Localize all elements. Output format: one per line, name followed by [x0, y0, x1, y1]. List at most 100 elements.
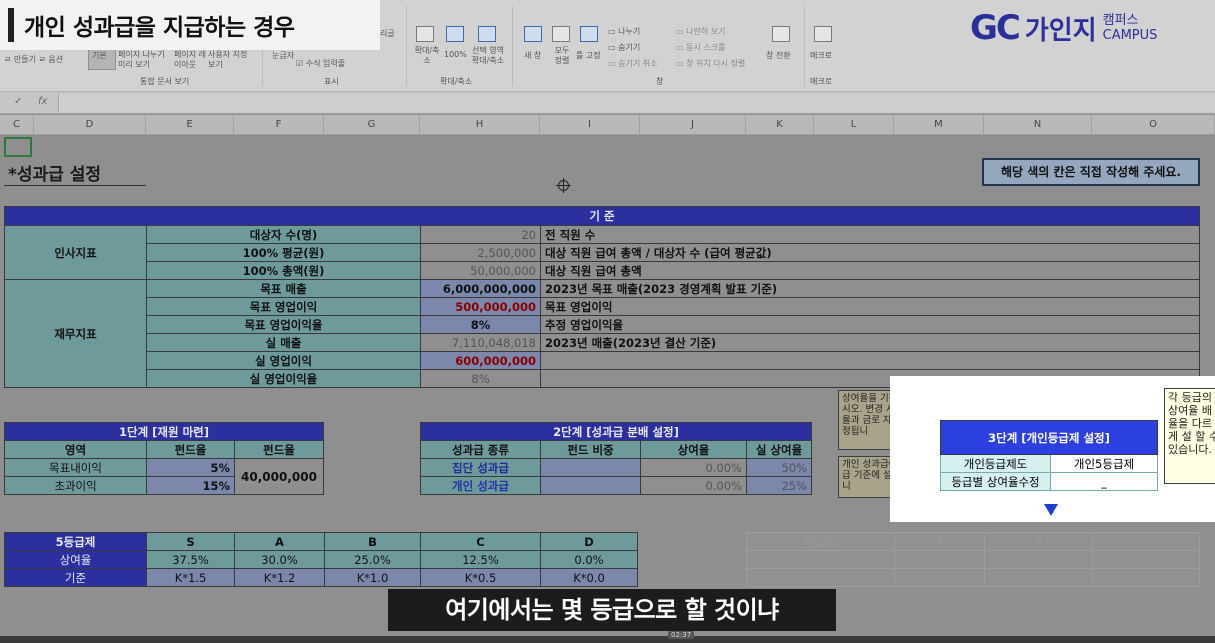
- criteria-value[interactable]: 7,110,048,018: [420, 333, 541, 352]
- step3-value[interactable]: _: [1050, 472, 1158, 491]
- criteria-desc: 2023년 매출(2023년 결산 기준): [540, 333, 1200, 352]
- ruler-checkbox[interactable]: 눈금자: [272, 50, 294, 61]
- freeze-panes-icon[interactable]: [580, 26, 598, 42]
- formula-confirm-icon[interactable]: ✓: [14, 96, 22, 107]
- step1-header: 1단계 [재원 마련]: [4, 422, 324, 441]
- criteria-value[interactable]: 600,000,000: [420, 351, 541, 370]
- section-title: *성과급 설정: [8, 165, 102, 185]
- reset-window-button[interactable]: ▭ 창 위치 다시 정렬: [676, 58, 745, 69]
- step1-rate[interactable]: 15%: [146, 476, 235, 495]
- column-headers: C D E F G H I J K L M N O: [0, 115, 1215, 135]
- criteria-label: 목표 매출: [146, 279, 421, 298]
- zoom-icon[interactable]: [416, 26, 434, 42]
- col-header-c[interactable]: C: [0, 115, 34, 135]
- grade5-header: 5등급제: [4, 532, 147, 551]
- criteria-value[interactable]: 50,000,000: [420, 261, 541, 280]
- criteria-desc: 목표 영업이익: [540, 297, 1200, 316]
- group-macro: 매크로: [810, 77, 833, 86]
- col-header-n[interactable]: N: [984, 115, 1092, 135]
- criteria-value[interactable]: 8%: [420, 315, 541, 334]
- zoom-100-icon[interactable]: [446, 26, 464, 42]
- col-header-g[interactable]: G: [324, 115, 420, 135]
- col-header-l[interactable]: L: [814, 115, 894, 135]
- step2-header: 2단계 [성과급 분배 설정]: [420, 422, 812, 441]
- col-header-k[interactable]: K: [746, 115, 814, 135]
- grade-label: A: [894, 532, 985, 551]
- zoom-label: 확대/축소: [414, 46, 440, 65]
- grade4-header: 4등급제: [746, 532, 895, 551]
- split-button[interactable]: ▭ 나누기: [608, 26, 640, 37]
- col-header-m[interactable]: M: [894, 115, 984, 135]
- criteria-label: 100% 평균(원): [146, 243, 421, 262]
- unhide-button[interactable]: ▭ 숨기기 취소: [608, 58, 657, 69]
- criteria-label: 목표 영업이익율: [146, 315, 421, 334]
- arrange-all-label: 모두 정렬: [554, 46, 570, 65]
- video-progress-bar[interactable]: [0, 636, 1215, 643]
- side-by-side-button[interactable]: ▭ 나란히 보기: [676, 26, 725, 37]
- grade-basis[interactable]: K*1.5: [146, 568, 235, 587]
- grade-basis[interactable]: K*1.0: [324, 568, 421, 587]
- step2-col-weight: 펀드 비중: [540, 440, 641, 459]
- step3-value[interactable]: 개인5등급제: [1050, 454, 1158, 473]
- grade-basis[interactable]: K*0.5: [420, 568, 541, 587]
- normal-view-label: 기본: [92, 51, 107, 60]
- step3-header: 3단계 [개인등급제 설정]: [940, 420, 1158, 455]
- arrange-all-icon[interactable]: [552, 26, 570, 42]
- criteria-label: 실 영업이익: [146, 351, 421, 370]
- step2-col-real: 실 상여율: [746, 440, 812, 459]
- col-header-o[interactable]: O: [1092, 115, 1215, 135]
- col-header-d[interactable]: D: [34, 115, 146, 135]
- step2-weight[interactable]: [540, 476, 641, 495]
- criteria-value[interactable]: 500,000,000: [420, 297, 541, 316]
- macro-label: 매크로: [810, 51, 833, 60]
- formula-input[interactable]: [58, 94, 1215, 112]
- grade-basis[interactable]: K*1.2: [234, 568, 325, 587]
- col-header-j[interactable]: J: [640, 115, 746, 135]
- criteria-desc: [540, 351, 1200, 370]
- criteria-value[interactable]: 6,000,000,000: [420, 279, 541, 298]
- sync-scroll-button[interactable]: ▭ 동시 스크롤: [676, 42, 725, 53]
- new-window-icon[interactable]: [524, 26, 542, 42]
- col-header-h[interactable]: H: [420, 115, 540, 135]
- grade-label: D: [540, 532, 638, 551]
- video-subtitle: 여기에서는 몇 등급으로 할 것이냐: [388, 589, 836, 631]
- logo-sub-korean: 캠퍼스: [1102, 13, 1139, 28]
- criteria-value[interactable]: 2,500,000: [420, 243, 541, 262]
- step1-rate[interactable]: 5%: [146, 458, 235, 477]
- col-header-i[interactable]: I: [540, 115, 640, 135]
- step2-table: 2단계 [성과급 분배 설정] 성과급 종류 펀드 비중 상여율 실 상여율 집…: [420, 422, 812, 495]
- hide-button[interactable]: ▭ 숨기기: [608, 42, 640, 53]
- col-header-e[interactable]: E: [146, 115, 234, 135]
- group-show: 표시: [324, 77, 339, 86]
- ribbon-left-fragment: ㄹ 만들기 ㄹ 옵션: [4, 55, 64, 64]
- page-layout-button[interactable]: 페이지 레이아웃: [174, 50, 208, 70]
- zoom-selection-icon[interactable]: [478, 26, 496, 42]
- switch-window-icon[interactable]: [772, 26, 790, 42]
- criteria-value[interactable]: 20: [420, 225, 541, 244]
- formula-bar-checkbox[interactable]: ☑ 수식 입력줄: [296, 58, 345, 69]
- video-title-box: 개인 성과급을 지급하는 경우: [0, 0, 380, 50]
- grade-basis[interactable]: K*0.0: [540, 568, 638, 587]
- col-header-f[interactable]: F: [234, 115, 324, 135]
- zoom-selection-label: 선택 영역 확대/축소: [471, 46, 505, 65]
- step2-weight[interactable]: [540, 458, 641, 477]
- grade-rate: 25.0%: [324, 550, 421, 569]
- step2-rate: 0.00%: [640, 458, 747, 477]
- grade5-table: 5등급제 S A B C D 상여율 37.5% 30.0% 25.0% 12.…: [4, 532, 638, 587]
- freeze-panes-label: 틀 고정: [576, 51, 601, 60]
- page-break-preview-button[interactable]: 페이지 나누기 미리 보기: [118, 50, 174, 70]
- grade-rate: 37.5%: [146, 550, 235, 569]
- logo-name: 가인지: [1024, 15, 1097, 46]
- step2-real: 25%: [746, 476, 812, 495]
- step1-table: 1단계 [재원 마련] 영역 펀드율 펀드율 목표내이익 5% 40,000,0…: [4, 422, 324, 495]
- criteria-label: 목표 영업이익: [146, 297, 421, 316]
- step2-type: 개인 성과급: [420, 476, 541, 495]
- criteria-value[interactable]: 8%: [420, 369, 541, 388]
- criteria-desc: 전 직원 수: [540, 225, 1200, 244]
- macro-icon[interactable]: [814, 26, 832, 42]
- selected-cell[interactable]: [4, 137, 32, 157]
- custom-view-button[interactable]: 사용자 지정 보기: [208, 50, 252, 70]
- fx-icon[interactable]: fx: [38, 96, 47, 107]
- grade-label: C: [420, 532, 541, 551]
- step1-col-total: 펀드율: [234, 440, 324, 459]
